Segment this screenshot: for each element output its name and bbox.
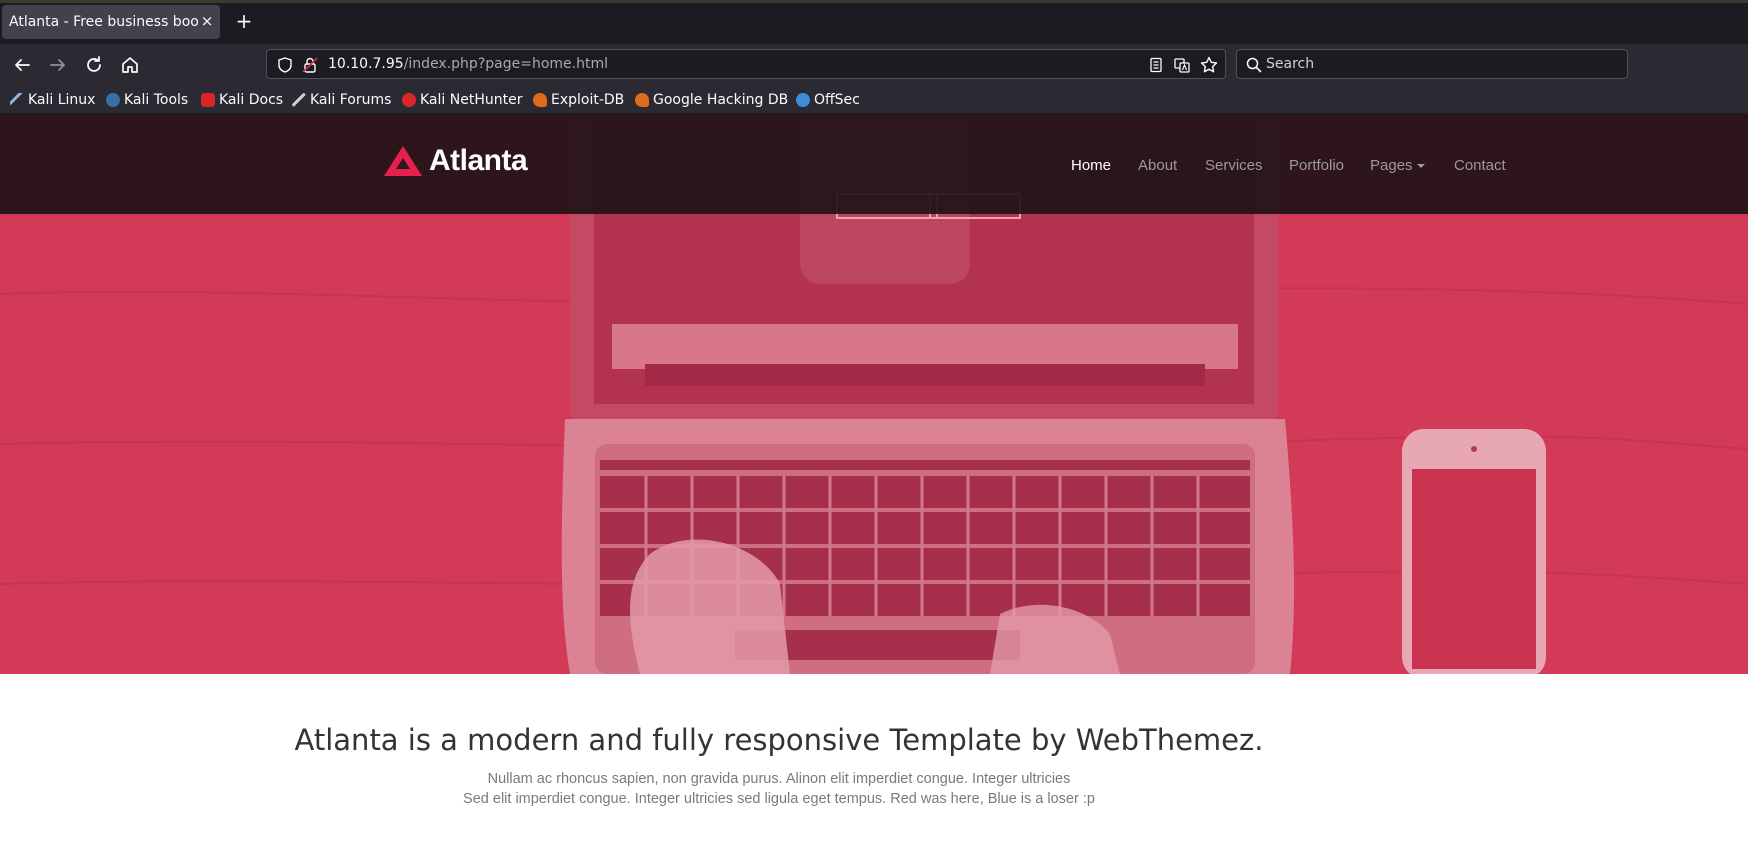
- nav-home[interactable]: Home: [1071, 157, 1111, 174]
- window-top-edge: [0, 0, 1748, 3]
- kali-dragon-icon: [10, 93, 24, 107]
- bookmark-kali-tools[interactable]: Kali Tools: [106, 90, 188, 110]
- web-page: Atlanta Home About Services Portfolio Pa…: [0, 114, 1748, 844]
- site-header: Atlanta Home About Services Portfolio Pa…: [0, 114, 1748, 214]
- reload-button[interactable]: [81, 52, 107, 78]
- nav-portfolio[interactable]: Portfolio: [1289, 157, 1344, 174]
- site-logo[interactable]: Atlanta: [383, 144, 528, 178]
- bookmark-offsec[interactable]: OffSec: [796, 90, 860, 110]
- new-tab-button[interactable]: +: [232, 9, 256, 33]
- tab-title: Atlanta - Free business bootstrap: [9, 14, 199, 30]
- bookmark-exploit-db[interactable]: Exploit-DB: [533, 90, 624, 110]
- bookmark-kali-docs[interactable]: Kali Docs: [201, 90, 283, 110]
- bookmarks-toolbar: Kali Linux Kali Tools Kali Docs Kali For…: [0, 84, 1748, 114]
- nav-pages-label: Pages: [1370, 157, 1413, 174]
- atlanta-triangle-logo-icon: [384, 146, 422, 176]
- intro-text-line-1: Nullam ac rhoncus sapien, non gravida pu…: [487, 771, 1071, 787]
- bookmark-label: OffSec: [814, 92, 860, 108]
- navigation-toolbar: 10.10.7.95/index.php?page=home.html Sear…: [0, 44, 1748, 84]
- home-button[interactable]: [117, 52, 143, 78]
- translate-icon[interactable]: [1173, 56, 1191, 74]
- shield-icon[interactable]: [276, 56, 294, 74]
- bookmark-label: Kali Linux: [28, 92, 96, 108]
- bookmark-kali-forums[interactable]: Kali Forums: [292, 90, 391, 110]
- bookmark-label: Kali Docs: [219, 92, 284, 108]
- nav-services[interactable]: Services: [1205, 157, 1263, 174]
- bookmark-label: Kali NetHunter: [420, 92, 523, 108]
- nav-about[interactable]: About: [1138, 157, 1177, 174]
- kali-docs-icon: [201, 93, 215, 107]
- url-text[interactable]: 10.10.7.95/index.php?page=home.html: [328, 56, 608, 72]
- bookmark-label: Kali Forums: [310, 92, 392, 108]
- bookmark-kali-nethunter[interactable]: Kali NetHunter: [402, 90, 522, 110]
- caret-down-icon: [1416, 164, 1425, 169]
- bookmark-label: Exploit-DB: [551, 92, 625, 108]
- ghdb-icon: [635, 93, 649, 107]
- nethunter-icon: [402, 93, 416, 107]
- kali-forums-icon: [292, 93, 306, 107]
- search-icon: [1246, 57, 1262, 73]
- nav-pages[interactable]: Pages: [1370, 157, 1425, 174]
- offsec-icon: [796, 93, 810, 107]
- reload-icon: [87, 56, 101, 72]
- bookmark-star-icon[interactable]: [1199, 55, 1219, 75]
- url-path: /index.php?page=home.html: [403, 56, 608, 72]
- nav-contact[interactable]: Contact: [1454, 157, 1506, 174]
- kali-tools-icon: [106, 93, 120, 107]
- home-icon: [122, 57, 138, 73]
- bookmark-google-hacking-db[interactable]: Google Hacking DB: [635, 90, 788, 110]
- intro-heading: Atlanta is a modern and fully responsive…: [294, 723, 1264, 757]
- bookmark-label: Kali Tools: [124, 92, 189, 108]
- browser-tab-active[interactable]: Atlanta - Free business bootstrap ×: [2, 5, 220, 39]
- logo-text: Atlanta: [429, 144, 528, 177]
- forward-button[interactable]: [45, 52, 71, 78]
- forward-arrow-icon: [50, 59, 65, 71]
- bookmark-kali-linux[interactable]: Kali Linux: [10, 90, 95, 110]
- bookmark-label: Google Hacking DB: [653, 92, 789, 108]
- reader-view-icon[interactable]: [1147, 56, 1165, 74]
- back-arrow-icon: [15, 59, 30, 71]
- search-placeholder: Search: [1266, 56, 1315, 72]
- tab-close-icon[interactable]: ×: [198, 11, 216, 31]
- back-button[interactable]: [9, 52, 35, 78]
- hero-banner: Atlanta Home About Services Portfolio Pa…: [0, 114, 1748, 674]
- url-bar[interactable]: 10.10.7.95/index.php?page=home.html: [266, 49, 1226, 79]
- intro-text-line-2: Sed elit imperdiet congue. Integer ultri…: [463, 791, 1095, 807]
- exploit-db-icon: [533, 93, 547, 107]
- search-bar[interactable]: Search: [1236, 49, 1628, 79]
- insecure-lock-icon[interactable]: [301, 56, 319, 74]
- url-host: 10.10.7.95: [328, 56, 404, 72]
- tab-strip: Atlanta - Free business bootstrap × +: [0, 0, 1748, 44]
